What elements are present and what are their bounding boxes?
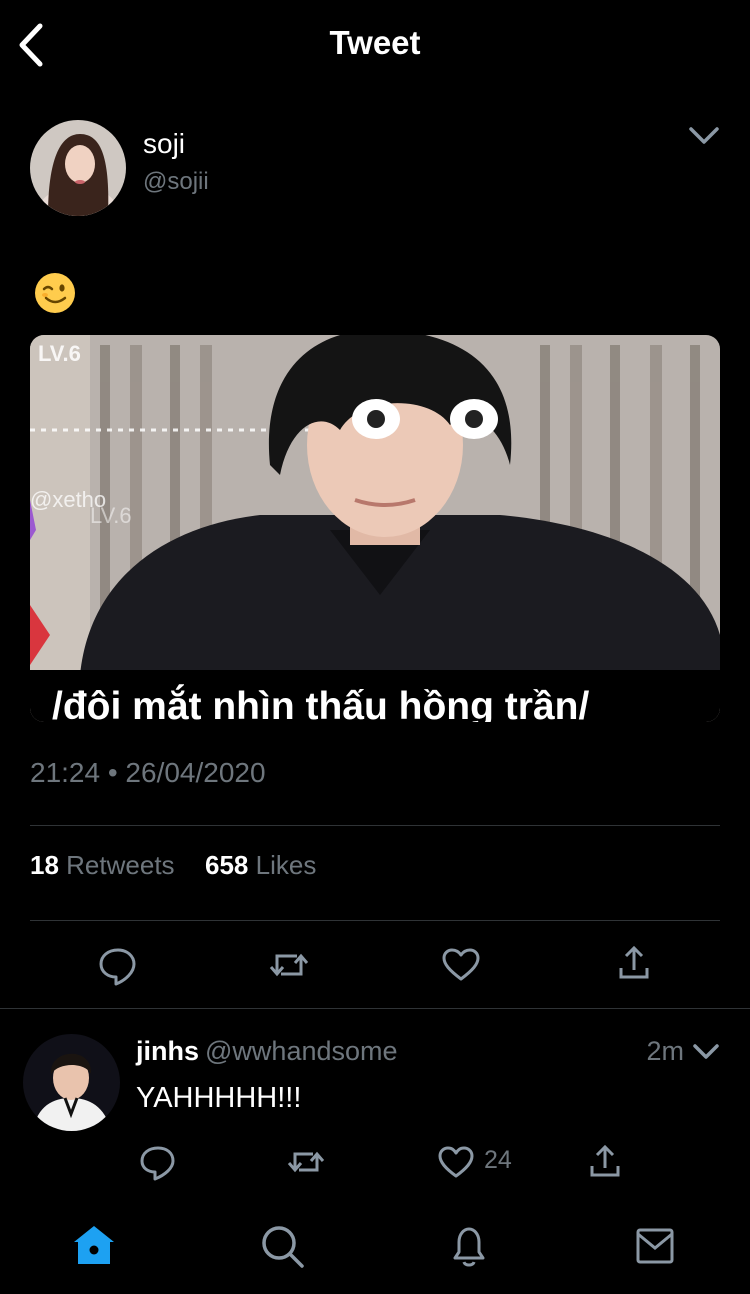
tweet-options-button[interactable]: [688, 124, 720, 148]
tab-search[interactable]: [258, 1222, 306, 1270]
overlay-level-label: LV.6: [38, 341, 81, 366]
home-icon: [74, 1226, 114, 1264]
reply-name[interactable]: jinhs: [136, 1036, 199, 1066]
winking-face-emoji: [34, 272, 76, 314]
share-button[interactable]: [612, 940, 656, 990]
bottom-tab-bar: [0, 1200, 750, 1294]
reply-time: 2m: [646, 1036, 684, 1066]
tweet-action-bar: [0, 940, 750, 990]
reply-tweet[interactable]: jinhs @wwhandsome 2m YAHHHHH!!! 24: [0, 1030, 750, 1200]
reply-share-button[interactable]: [585, 1142, 625, 1182]
reply-icon: [140, 1146, 175, 1181]
top-nav-bar: Tweet: [0, 0, 750, 90]
reply-like-button[interactable]: 24: [436, 1142, 536, 1182]
reply-icon: [99, 948, 136, 986]
share-icon: [619, 945, 649, 979]
reply-options-button[interactable]: [692, 1042, 720, 1062]
retweets-stat[interactable]: 18 Retweets: [30, 850, 175, 880]
notifications-icon: [453, 1227, 485, 1267]
author-name[interactable]: soji: [143, 128, 185, 160]
tab-home[interactable]: [70, 1222, 118, 1270]
author-avatar[interactable]: [30, 120, 126, 216]
like-icon: [438, 1146, 474, 1178]
tab-notifications[interactable]: [445, 1222, 493, 1270]
tweet-timestamp: 21:24 • 26/04/2020: [30, 757, 266, 788]
media-caption: /đôi mắt nhìn thấu hồng trần/: [52, 685, 590, 722]
reply-text: YAHHHHH!!!: [136, 1082, 302, 1114]
reply-button[interactable]: [96, 940, 140, 990]
chevron-down-icon: [693, 1044, 719, 1059]
reply-reply-button[interactable]: [138, 1142, 178, 1182]
like-button[interactable]: [439, 940, 483, 990]
reply-avatar[interactable]: [23, 1034, 120, 1131]
retweet-icon: [269, 953, 309, 977]
chevron-down-icon: [689, 127, 719, 144]
reply-like-count: 24: [484, 1146, 512, 1174]
tweet-media-image[interactable]: LV.6 @xetho LV.6 /đôi mắt nhìn thấu hồng…: [30, 335, 720, 722]
reply-header: jinhs @wwhandsome: [136, 1036, 398, 1067]
share-icon: [590, 1144, 620, 1177]
overlay-level2-label: LV.6: [90, 503, 132, 528]
search-icon: [262, 1226, 304, 1268]
divider: [0, 1008, 750, 1009]
retweet-icon: [287, 1151, 325, 1173]
divider: [30, 825, 720, 826]
reply-retweet-button[interactable]: [286, 1142, 326, 1182]
likes-stat[interactable]: 658 Likes: [205, 850, 316, 880]
tab-messages[interactable]: [632, 1222, 680, 1270]
author-handle[interactable]: @sojii: [143, 168, 209, 196]
messages-icon: [636, 1228, 674, 1264]
divider: [30, 920, 720, 921]
tweet-stats: 18 Retweets 658 Likes: [30, 850, 316, 881]
reply-handle[interactable]: @wwhandsome: [205, 1036, 398, 1066]
page-title: Tweet: [329, 24, 421, 61]
retweet-button[interactable]: [267, 940, 311, 990]
tweet-author: soji @sojii: [30, 120, 720, 216]
like-icon: [442, 948, 480, 981]
